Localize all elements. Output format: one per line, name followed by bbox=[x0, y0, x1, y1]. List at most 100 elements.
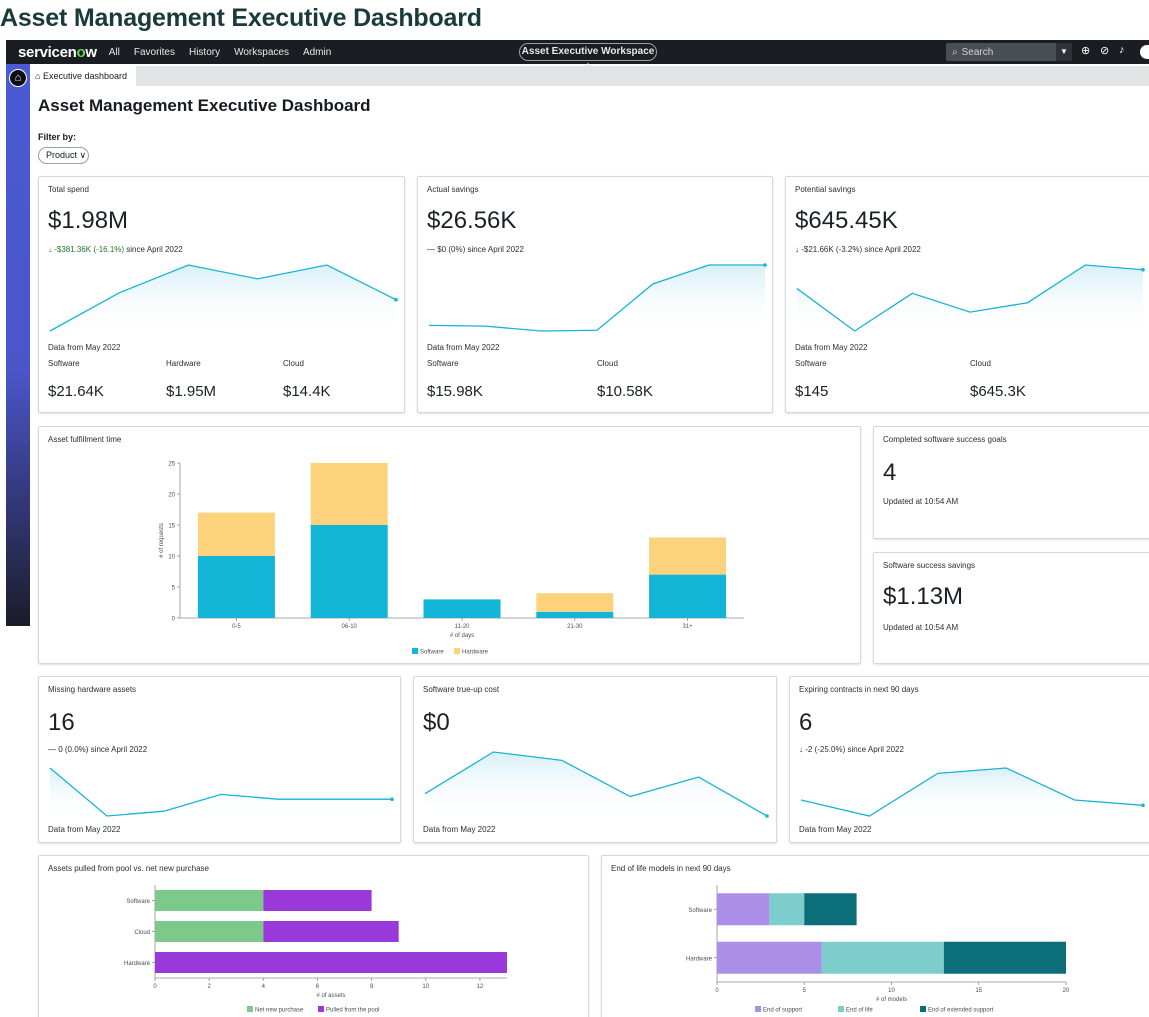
software-success-savings-card[interactable]: Software success savings $1.13M Updated … bbox=[873, 552, 1149, 664]
bar-hardware bbox=[197, 512, 275, 556]
total-spend-value: $1.98M bbox=[48, 207, 129, 234]
bar-hardware bbox=[536, 593, 614, 612]
bar-software bbox=[536, 611, 614, 618]
x-tick-label: 12 bbox=[477, 984, 484, 990]
workspace-selector[interactable]: Asset Executive Workspace ☆ bbox=[519, 43, 657, 73]
y-tick-label: Software bbox=[688, 908, 712, 914]
x-axis-label: # of assets bbox=[316, 993, 345, 999]
bar-net-new-purchase bbox=[155, 921, 264, 942]
card-title: Missing hardware assets bbox=[48, 685, 137, 694]
y-tick-label: 10 bbox=[168, 555, 175, 561]
x-tick-label: 10 bbox=[422, 984, 429, 990]
nav-all[interactable]: All bbox=[109, 47, 120, 58]
chevron-down-icon: ∨ bbox=[79, 150, 87, 160]
x-axis-label: # of models bbox=[876, 997, 907, 1003]
potential-savings-value: $645.45K bbox=[795, 207, 898, 234]
bar-software bbox=[423, 599, 501, 618]
legend-label: Pulled from the pool bbox=[326, 1008, 379, 1014]
expiring-contracts-trend-chart bbox=[800, 767, 1145, 819]
total-spend-card[interactable]: Total spend $1.98M ↓ -$381.36K (-16.1%) … bbox=[38, 176, 405, 413]
potential-savings-card[interactable]: Potential savings $645.45K ↓ -$21.66K (-… bbox=[785, 176, 1149, 413]
trend-end-point bbox=[390, 797, 394, 801]
nav-history[interactable]: History bbox=[189, 47, 220, 58]
bar-end-of-support bbox=[717, 941, 822, 974]
expiring-contracts-card[interactable]: Expiring contracts in next 90 days 6 ↓ -… bbox=[789, 676, 1149, 843]
data-from-label: Data from May 2022 bbox=[48, 825, 121, 834]
tab-executive-dashboard[interactable]: ⌂ Executive dashboard bbox=[30, 66, 136, 86]
help-icon[interactable]: ⊘ bbox=[1100, 44, 1109, 57]
bell-icon[interactable]: ♪ bbox=[1119, 44, 1125, 56]
data-from-label: Data from May 2022 bbox=[799, 825, 872, 834]
avatar[interactable] bbox=[1140, 45, 1149, 59]
y-tick-label: 0 bbox=[172, 617, 176, 623]
assets-pool-chart: 0 2 4 6 8 10 12 Software Cloud Hardware # of asset… bbox=[124, 885, 507, 1014]
dashboard-title: Asset Management Executive Dashboard bbox=[38, 96, 371, 115]
y-tick-label: Cloud bbox=[134, 930, 150, 936]
breakdown-label: Cloud bbox=[970, 359, 991, 368]
left-rail: ⌂ bbox=[6, 64, 30, 626]
legend-label: End of life bbox=[846, 1008, 873, 1014]
bar-end-of-support bbox=[717, 893, 770, 926]
x-tick-label: 0 bbox=[153, 984, 157, 990]
nav-favorites[interactable]: Favorites bbox=[134, 47, 175, 58]
bar-software bbox=[310, 525, 388, 618]
breakdown-value: $145 bbox=[795, 383, 829, 400]
expiring-contracts-delta: ↓ -2 (-25.0%) since April 2022 bbox=[799, 745, 904, 754]
bar-net-new-purchase bbox=[155, 890, 264, 911]
breakdown-label: Software bbox=[795, 359, 827, 368]
card-title: Expiring contracts in next 90 days bbox=[799, 685, 919, 694]
globe-icon[interactable]: ⊕ bbox=[1081, 44, 1090, 57]
completed-goals-card[interactable]: Completed software success goals 4 Updat… bbox=[873, 426, 1149, 539]
y-tick-label: 15 bbox=[168, 524, 175, 530]
actual-savings-trend-chart bbox=[428, 263, 767, 334]
trend-area bbox=[50, 265, 396, 334]
nav-admin[interactable]: Admin bbox=[303, 47, 331, 58]
bar-pulled-from-the-pool bbox=[263, 921, 399, 942]
home-icon[interactable]: ⌂ bbox=[9, 69, 27, 87]
end-of-life-chart: 0 5 10 15 20SoftwareHardware# of modelsEnd o… bbox=[686, 885, 1070, 1014]
legend-swatch bbox=[412, 648, 418, 654]
breakdown-value: $15.98K bbox=[427, 383, 483, 400]
card-title: Software true-up cost bbox=[423, 685, 500, 694]
trend-end-point bbox=[1141, 267, 1145, 272]
bar-end-of-life bbox=[821, 941, 944, 974]
search-icon: ⌕ bbox=[952, 46, 958, 58]
legend-label: End of extended support bbox=[928, 1008, 994, 1014]
top-navigation-bar: servicenow All Favorites History Workspa… bbox=[6, 40, 1149, 73]
data-from-label: Data from May 2022 bbox=[423, 825, 496, 834]
legend-label: Net new purchase bbox=[255, 1008, 304, 1014]
x-tick-label: 21-30 bbox=[567, 624, 583, 630]
missing-hardware-delta: — 0 (0.0%) since April 2022 bbox=[48, 745, 148, 754]
home-icon: ⌂ bbox=[35, 71, 43, 81]
legend-swatch bbox=[838, 1006, 844, 1012]
bar-end-of-extended-support bbox=[804, 893, 857, 926]
breakdown-label: Cloud bbox=[283, 359, 304, 368]
page-heading: Asset Management Executive Dashboard bbox=[0, 4, 482, 32]
missing-hardware-trend-chart bbox=[49, 767, 394, 819]
search-scope-dropdown[interactable]: ▼ bbox=[1056, 43, 1072, 61]
legend-swatch bbox=[247, 1006, 253, 1012]
y-axis-label: # of requests bbox=[159, 523, 165, 558]
actual-savings-value: $26.56K bbox=[427, 207, 517, 234]
y-tick-label: Hardware bbox=[686, 956, 713, 962]
asset-fulfillment-chart: 0 5 10 15 20 25 0-5 06-10 11-20 21-30 31+ # of days… bbox=[159, 462, 744, 656]
search-input[interactable]: ⌕ Search ▼ bbox=[946, 43, 1072, 61]
actual-savings-card[interactable]: Actual savings $26.56K — $0 (0%) since A… bbox=[417, 176, 773, 413]
end-of-life-card[interactable]: End of life models in next 90 days 0 5 10 1… bbox=[601, 855, 1149, 1017]
nav-workspaces[interactable]: Workspaces bbox=[234, 47, 289, 58]
trend-end-point bbox=[763, 263, 767, 267]
tab-bar: ⌂ Executive dashboard bbox=[30, 66, 1149, 86]
total-spend-delta: ↓ -$381.36K (-16.1%) since April 2022 bbox=[48, 245, 183, 254]
servicenow-logo[interactable]: servicenow bbox=[18, 44, 97, 61]
product-filter[interactable]: Product ∨ bbox=[38, 147, 89, 164]
true-up-cost-value: $0 bbox=[423, 709, 450, 736]
legend-label: Software bbox=[420, 650, 444, 656]
bar-pulled-from-the-pool bbox=[155, 952, 507, 973]
data-from-label: Data from May 2022 bbox=[48, 343, 121, 352]
missing-hardware-card[interactable]: Missing hardware assets 16 — 0 (0.0%) si… bbox=[38, 676, 401, 843]
assets-pool-card[interactable]: Assets pulled from pool vs. net new purc… bbox=[38, 855, 589, 1017]
true-up-cost-card[interactable]: Software true-up cost $0 Data from May 2… bbox=[413, 676, 777, 843]
true-up-trend-chart bbox=[424, 751, 769, 819]
bar-pulled-from-the-pool bbox=[263, 890, 372, 911]
asset-fulfillment-card[interactable]: Asset fulfillment time 0 5 10 15 20 25 0-5 06-1… bbox=[38, 426, 861, 664]
